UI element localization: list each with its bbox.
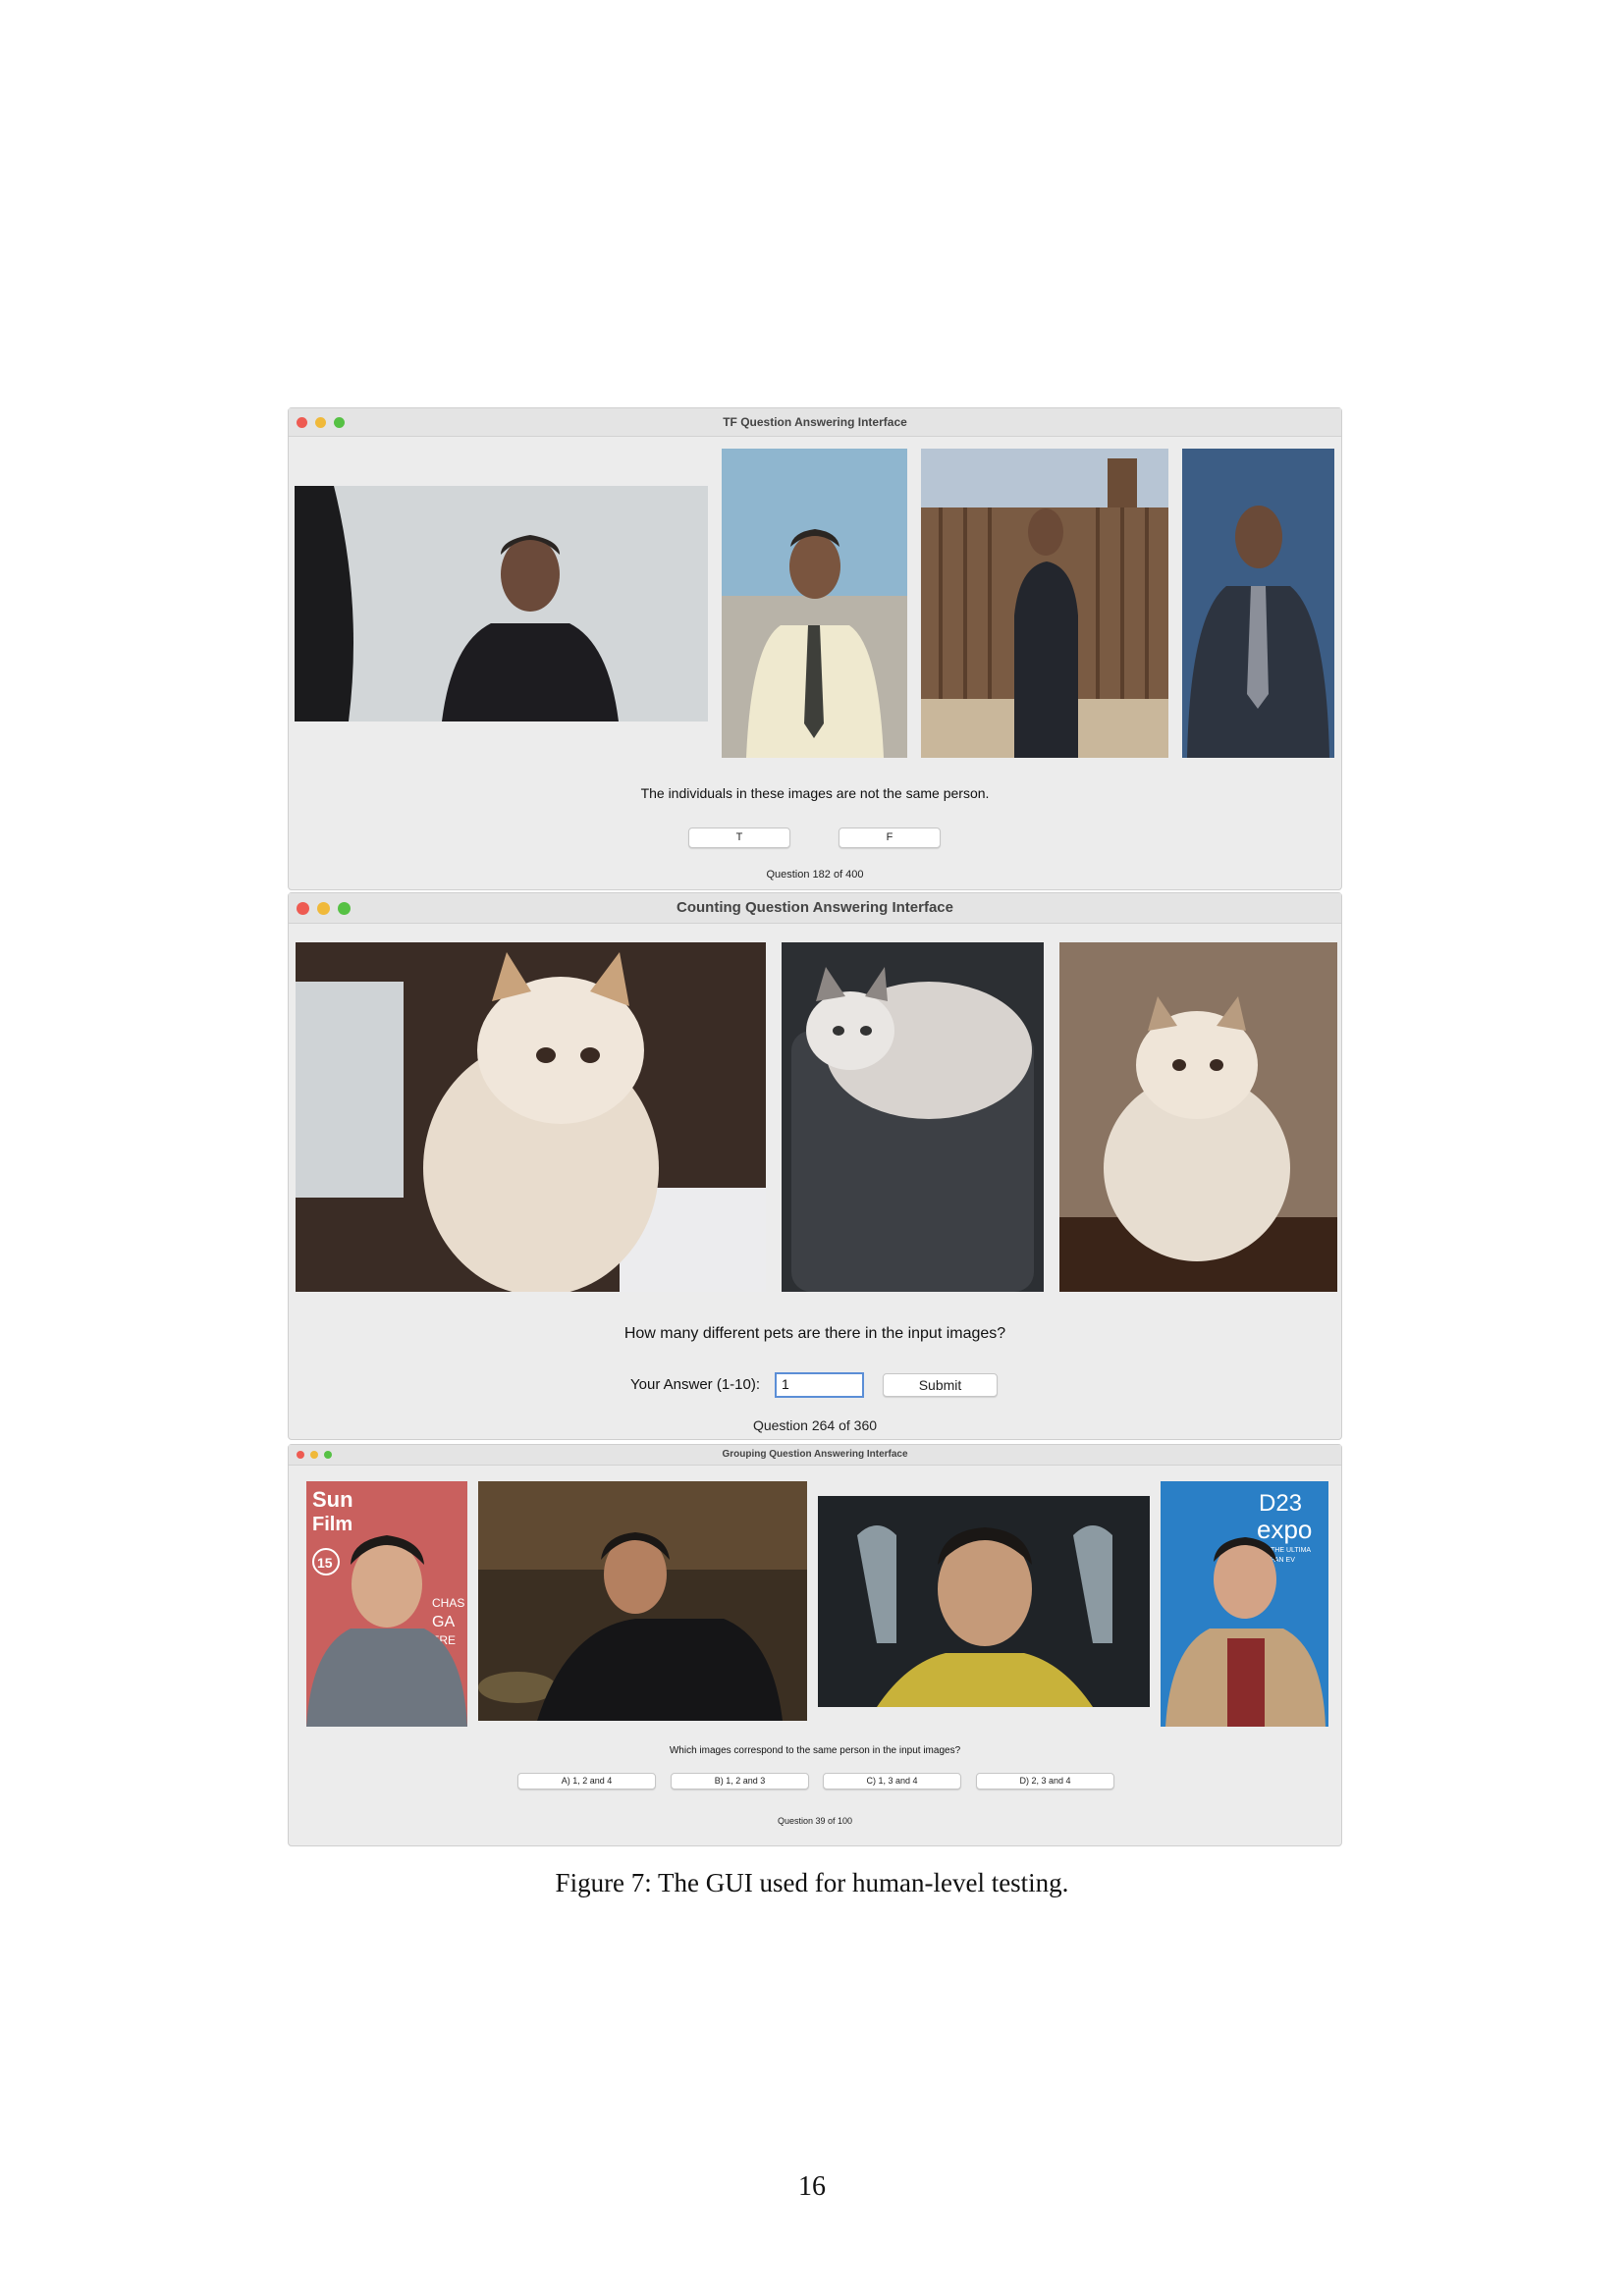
person-image-4: D23 expo THE ULTIMA FAN EV	[1161, 1481, 1328, 1727]
banner-text-sun: Sun	[312, 1487, 353, 1512]
answer-label: Your Answer (1-10):	[630, 1376, 761, 1393]
close-icon[interactable]	[297, 416, 307, 428]
grouping-question: Which images correspond to the same pers…	[669, 1745, 961, 1756]
window-controls	[297, 408, 345, 436]
option-c-button[interactable]: C) 1, 3 and 4	[823, 1773, 961, 1789]
maximize-icon[interactable]	[338, 901, 351, 915]
banner-side-1: CHAS	[432, 1596, 464, 1610]
counting-question-counter: Question 264 of 360	[752, 1417, 878, 1433]
counting-title-bar: Counting Question Answering Interface	[289, 893, 1341, 924]
banner-badge-15: 15	[317, 1555, 333, 1571]
minimize-icon[interactable]	[315, 416, 326, 428]
tf-question-counter: Question 182 of 400	[766, 869, 864, 881]
person-image-3	[818, 1496, 1150, 1707]
maximize-icon[interactable]	[334, 416, 345, 428]
tf-title-bar: TF Question Answering Interface	[289, 408, 1341, 437]
option-a-button[interactable]: A) 1, 2 and 4	[517, 1773, 656, 1789]
pet-image-3	[1059, 942, 1337, 1292]
maximize-icon[interactable]	[324, 1451, 332, 1459]
figure-caption: Figure 7: The GUI used for human-level t…	[555, 1868, 1069, 1897]
banner-ultimate: THE ULTIMA	[1271, 1547, 1311, 1554]
banner-expo: expo	[1257, 1515, 1312, 1544]
option-b-button[interactable]: B) 1, 2 and 3	[671, 1773, 809, 1789]
pet-image-2	[782, 942, 1044, 1292]
answer-input[interactable]: 1	[775, 1372, 864, 1398]
banner-text-film: Film	[312, 1514, 352, 1535]
minimize-icon[interactable]	[317, 901, 330, 915]
grouping-window: Grouping Question Answering Interface Su…	[288, 1444, 1342, 1846]
pet-image-1	[296, 942, 766, 1292]
option-d-button[interactable]: D) 2, 3 and 4	[976, 1773, 1114, 1789]
tf-image-2	[722, 449, 907, 758]
counting-question: How many different pets are there in the…	[623, 1325, 1006, 1342]
tf-question: The individuals in these images are not …	[640, 785, 990, 801]
close-icon[interactable]	[297, 901, 309, 915]
grouping-window-title: Grouping Question Answering Interface	[722, 1449, 908, 1460]
window-controls	[297, 893, 351, 923]
person-image-2	[478, 1481, 807, 1721]
banner-d23: D23	[1259, 1490, 1302, 1517]
grouping-title-bar: Grouping Question Answering Interface	[289, 1445, 1341, 1466]
counting-window: Counting Question Answering Interface Ho…	[288, 892, 1342, 1440]
close-icon[interactable]	[297, 1451, 304, 1459]
grouping-question-counter: Question 39 of 100	[777, 1816, 853, 1826]
banner-side-2: GA	[432, 1614, 455, 1630]
false-button[interactable]: F	[839, 828, 941, 848]
tf-window-title: TF Question Answering Interface	[723, 415, 907, 429]
tf-image-1	[295, 486, 708, 721]
tf-image-4	[1182, 449, 1334, 758]
person-image-1: Sun Film 15 CHAS GA FRE	[306, 1481, 467, 1727]
counting-window-title: Counting Question Answering Interface	[677, 899, 953, 916]
minimize-icon[interactable]	[310, 1451, 318, 1459]
true-button[interactable]: T	[688, 828, 790, 848]
tf-window: TF Question Answering Interface The indi…	[288, 407, 1342, 890]
tf-image-3	[921, 449, 1168, 758]
submit-button[interactable]: Submit	[883, 1373, 998, 1397]
page-number: 16	[798, 2171, 826, 2202]
window-controls	[297, 1445, 332, 1465]
